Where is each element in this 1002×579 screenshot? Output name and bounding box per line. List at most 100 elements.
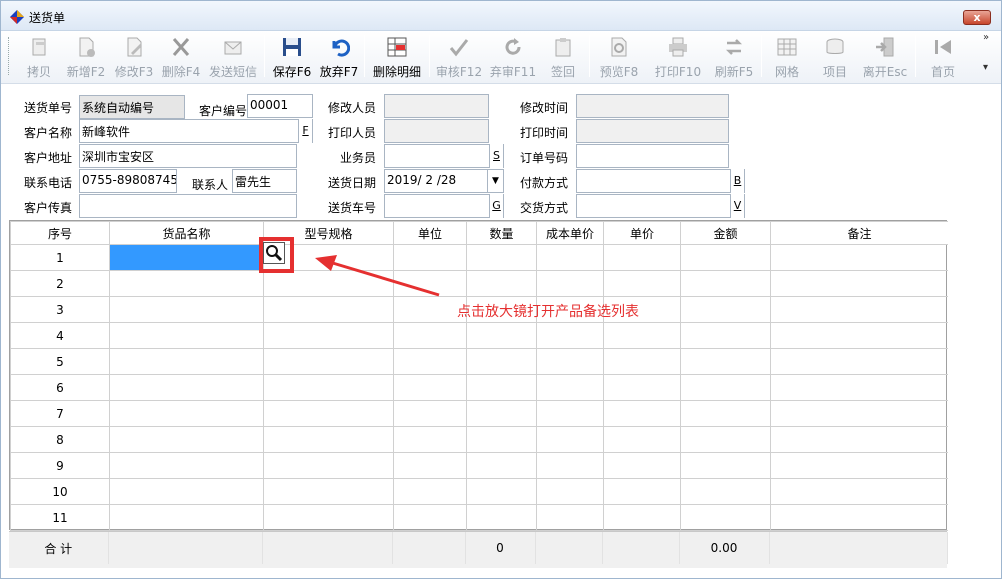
grid-cell[interactable] <box>603 400 681 427</box>
payment-lookup-button[interactable]: B <box>730 169 744 193</box>
contact-field[interactable]: 雷先生 <box>232 169 297 193</box>
column-header[interactable]: 数量 <box>466 221 537 245</box>
grid-cell[interactable] <box>770 504 949 531</box>
salesman-field[interactable] <box>384 144 504 168</box>
grid-cell[interactable] <box>109 374 264 401</box>
table-row[interactable]: 1 <box>10 244 949 271</box>
grid-cell[interactable] <box>680 452 771 479</box>
column-header[interactable]: 金额 <box>680 221 771 245</box>
grid-cell[interactable] <box>263 400 394 427</box>
grid-cell[interactable] <box>393 426 467 453</box>
grid-cell[interactable] <box>393 504 467 531</box>
grid-cell[interactable] <box>680 426 771 453</box>
grid-cell[interactable] <box>109 426 264 453</box>
grid-cell[interactable] <box>466 322 537 349</box>
column-header[interactable]: 备注 <box>770 221 949 245</box>
grid-cell[interactable] <box>536 452 604 479</box>
grid-cell[interactable] <box>466 426 537 453</box>
discard-button[interactable]: 放弃F7 <box>318 34 360 80</box>
copy-button[interactable]: 拷贝 <box>19 34 59 80</box>
send-sms-button[interactable]: 发送短信 <box>206 34 260 80</box>
grid-cell[interactable] <box>680 400 771 427</box>
grid-cell[interactable] <box>466 452 537 479</box>
grid-cell[interactable] <box>536 504 604 531</box>
vehicle-field[interactable] <box>384 194 504 218</box>
chevron-down-icon[interactable]: ▼ <box>487 170 503 192</box>
grid-cell[interactable] <box>770 270 949 297</box>
customer-no-field[interactable]: 00001 <box>247 94 313 118</box>
grid-cell[interactable] <box>680 374 771 401</box>
table-row[interactable]: 2 <box>10 270 949 297</box>
grid-cell[interactable] <box>603 322 681 349</box>
grid-cell[interactable] <box>603 374 681 401</box>
refresh-button[interactable]: 刷新F5 <box>711 34 757 80</box>
delete-button[interactable]: 删除F4 <box>158 34 204 80</box>
order-code-field[interactable] <box>576 144 729 168</box>
unaudit-button[interactable]: 弃审F11 <box>488 34 538 80</box>
grid-cell[interactable] <box>603 504 681 531</box>
payment-field[interactable] <box>576 169 745 193</box>
grid-cell[interactable] <box>770 452 949 479</box>
add-button[interactable]: 新增F2 <box>63 34 109 80</box>
grid-cell[interactable] <box>603 452 681 479</box>
grid-cell[interactable] <box>680 296 771 323</box>
fax-field[interactable] <box>79 194 297 218</box>
grid-cell[interactable] <box>536 270 604 297</box>
column-header[interactable]: 货品名称 <box>109 221 264 245</box>
vehicle-lookup-button[interactable]: G <box>489 194 503 218</box>
sign-back-button[interactable]: 签回 <box>541 34 585 80</box>
grid-cell[interactable] <box>393 478 467 505</box>
table-row[interactable]: 10 <box>10 478 949 505</box>
column-header[interactable]: 序号 <box>10 221 110 245</box>
grid-cell[interactable] <box>770 296 949 323</box>
grid-cell[interactable] <box>680 504 771 531</box>
grid-cell[interactable] <box>466 348 537 375</box>
grid-cell[interactable] <box>536 478 604 505</box>
grid-button[interactable]: 网格 <box>767 34 807 80</box>
grid-cell[interactable] <box>466 374 537 401</box>
exit-button[interactable]: 离开Esc <box>861 34 909 80</box>
audit-button[interactable]: 审核F12 <box>434 34 484 80</box>
salesman-lookup-button[interactable]: S <box>489 144 503 168</box>
grid-cell[interactable] <box>263 478 394 505</box>
grid-cell[interactable] <box>770 322 949 349</box>
grid-cell[interactable] <box>109 452 264 479</box>
close-button[interactable]: x <box>963 10 991 25</box>
grid-cell[interactable] <box>263 322 394 349</box>
grid-cell[interactable] <box>109 296 264 323</box>
grid-cell[interactable] <box>536 374 604 401</box>
grid-cell[interactable] <box>603 270 681 297</box>
edit-button[interactable]: 修改F3 <box>111 34 157 80</box>
save-button[interactable]: 保存F6 <box>271 34 313 80</box>
grid-cell[interactable] <box>770 478 949 505</box>
grid-cell[interactable] <box>393 348 467 375</box>
grid-cell[interactable] <box>263 348 394 375</box>
print-button[interactable]: 打印F10 <box>653 34 703 80</box>
table-row[interactable]: 11 <box>10 504 949 531</box>
delivery-method-lookup-button[interactable]: V <box>730 194 744 218</box>
grid-cell[interactable] <box>109 270 264 297</box>
table-row[interactable]: 6 <box>10 374 949 401</box>
table-row[interactable]: 4 <box>10 322 949 349</box>
grid-cell[interactable] <box>770 400 949 427</box>
grid-cell[interactable] <box>536 322 604 349</box>
grid-cell[interactable] <box>466 270 537 297</box>
customer-name-lookup-button[interactable]: F <box>298 119 312 143</box>
grid-cell[interactable] <box>393 400 467 427</box>
grid-cell[interactable] <box>109 478 264 505</box>
grid-cell[interactable] <box>466 400 537 427</box>
customer-name-field[interactable]: 新峰软件 <box>79 119 313 143</box>
grid-cell[interactable] <box>680 478 771 505</box>
grid-cell[interactable] <box>770 244 949 271</box>
column-header[interactable]: 单价 <box>603 221 681 245</box>
grid-cell[interactable] <box>680 322 771 349</box>
first-page-button[interactable]: 首页 <box>923 34 963 80</box>
grid-cell[interactable] <box>680 270 771 297</box>
grid-cell[interactable] <box>109 322 264 349</box>
grid-cell[interactable] <box>263 426 394 453</box>
grid-cell[interactable] <box>109 400 264 427</box>
grid-cell[interactable] <box>603 244 681 271</box>
grid-cell[interactable] <box>770 374 949 401</box>
grid-cell[interactable] <box>109 348 264 375</box>
item-button[interactable]: 项目 <box>815 34 855 80</box>
